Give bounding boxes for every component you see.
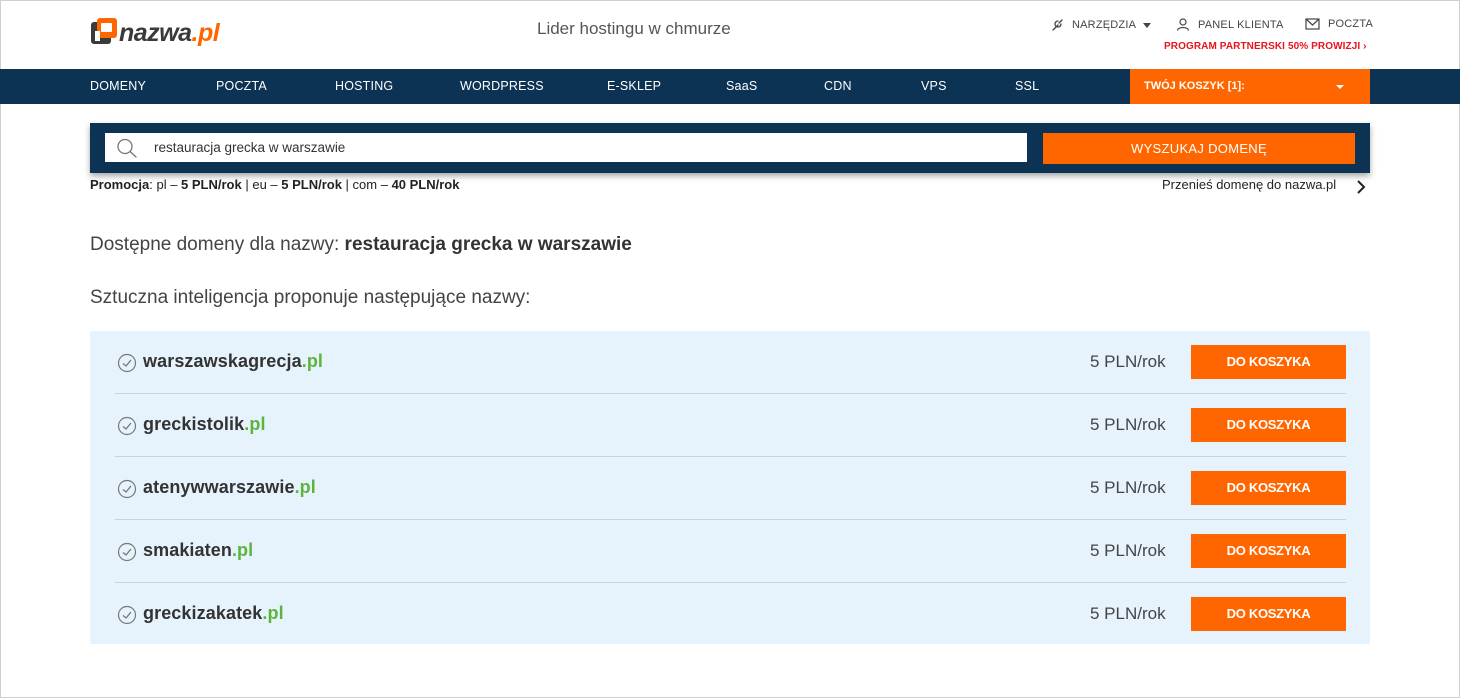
- domain-tld: .pl: [262, 603, 284, 623]
- chevron-down-icon: [1143, 22, 1152, 28]
- domain-price: 5 PLN/rok: [1090, 541, 1166, 560]
- available-prefix: Dostępne domeny dla nazwy:: [90, 234, 345, 255]
- add-to-cart-button[interactable]: DO KOSZYKA: [1191, 471, 1346, 505]
- nav-item-wordpress[interactable]: WORDPRESS: [460, 69, 544, 104]
- add-to-cart-button[interactable]: DO KOSZYKA: [1191, 345, 1346, 379]
- domain-label: greckizakatek: [143, 603, 263, 623]
- list-item: smakiaten.pl 5 PLN/rok DO KOSZYKA: [115, 520, 1346, 583]
- promo-pl-prefix: : pl –: [149, 177, 182, 192]
- envelope-icon: [1305, 18, 1320, 30]
- search-domain-button[interactable]: WYSZUKAJ DOMENĘ: [1043, 133, 1355, 164]
- list-item: greckistolik.pl 5 PLN/rok DO KOSZYKA: [115, 394, 1346, 457]
- list-item: warszawskagrecja.pl 5 PLN/rok DO KOSZYKA: [115, 331, 1346, 394]
- domain-results-list: warszawskagrecja.pl 5 PLN/rok DO KOSZYKA…: [90, 331, 1370, 644]
- cart-label: TWÓJ KOSZYK [1]:: [1144, 80, 1245, 92]
- logo-mark-icon: [90, 18, 118, 48]
- check-circle-icon: [117, 605, 137, 625]
- wrench-icon: [1052, 19, 1063, 31]
- nav-item-cdn[interactable]: CDN: [824, 69, 852, 104]
- main-nav: DOMENY POCZTA HOSTING WORDPRESS E-SKLEP …: [0, 69, 1460, 104]
- check-circle-icon: [117, 416, 137, 436]
- caret-down-icon: [1336, 85, 1344, 89]
- domain-label: atenywwarszawie: [143, 477, 295, 497]
- list-item: atenywwarszawie.pl 5 PLN/rok DO KOSZYKA: [115, 457, 1346, 520]
- domain-label: greckistolik: [143, 414, 245, 434]
- available-query: restauracja grecka w warszawie: [344, 234, 632, 255]
- tools-label: NARZĘDZIA: [1072, 19, 1137, 31]
- mail-link[interactable]: POCZTA: [1305, 18, 1373, 30]
- promo-com-prefix: | com –: [341, 177, 392, 192]
- domain-name: greckizakatek.pl: [143, 603, 284, 624]
- partner-program-link[interactable]: PROGRAM PARTNERSKI 50% PROWIZJI ›: [1164, 41, 1367, 52]
- domain-tld: .pl: [244, 414, 266, 434]
- check-circle-icon: [117, 479, 137, 499]
- domain-label: warszawskagrecja: [143, 351, 302, 371]
- cart-button[interactable]: TWÓJ KOSZYK [1]:: [1130, 69, 1370, 104]
- domain-search-panel: restauracja grecka w warszawie WYSZUKAJ …: [90, 123, 1370, 173]
- nav-item-poczta[interactable]: POCZTA: [216, 69, 267, 104]
- domain-price: 5 PLN/rok: [1090, 352, 1166, 371]
- user-icon: [1176, 18, 1190, 31]
- domain-name: greckistolik.pl: [143, 414, 266, 435]
- promo-com-price: 40 PLN/rok: [391, 177, 460, 192]
- add-to-cart-button[interactable]: DO KOSZYKA: [1191, 408, 1346, 442]
- domain-price: 5 PLN/rok: [1090, 415, 1166, 434]
- nav-item-vps[interactable]: VPS: [921, 69, 947, 104]
- domain-price: 5 PLN/rok: [1090, 604, 1166, 623]
- ai-suggestions-heading: Sztuczna inteligencja proponuje następuj…: [90, 287, 531, 308]
- logo[interactable]: nazwa.pl: [90, 17, 220, 49]
- promo-eu-price: 5 PLN/rok: [281, 177, 342, 192]
- domain-label: smakiaten: [143, 540, 232, 560]
- domain-name: smakiaten.pl: [143, 540, 253, 561]
- nav-item-hosting[interactable]: HOSTING: [335, 69, 393, 104]
- promo-text: Promocja: pl – 5 PLN/rok | eu – 5 PLN/ro…: [90, 177, 459, 192]
- promo-eu-prefix: | eu –: [241, 177, 282, 192]
- domain-tld: .pl: [294, 477, 316, 497]
- domain-price: 5 PLN/rok: [1090, 478, 1166, 497]
- add-to-cart-button[interactable]: DO KOSZYKA: [1191, 534, 1346, 568]
- nav-item-saas[interactable]: SaaS: [726, 69, 757, 104]
- list-item: greckizakatek.pl 5 PLN/rok DO KOSZYKA: [115, 583, 1346, 646]
- nav-item-e-sklep[interactable]: E-SKLEP: [607, 69, 661, 104]
- search-icon: [117, 138, 137, 158]
- top-header: nazwa.pl Lider hostingu w chmurze NARZĘD…: [0, 0, 1460, 69]
- domain-name: atenywwarszawie.pl: [143, 477, 316, 498]
- domain-tld: .pl: [231, 540, 254, 560]
- search-input-value: restauracja grecka w warszawie: [154, 140, 346, 155]
- nav-item-ssl[interactable]: SSL: [1015, 69, 1039, 104]
- tagline: Lider hostingu w chmurze: [537, 19, 731, 38]
- chevron-right-icon[interactable]: [1356, 179, 1366, 195]
- search-input[interactable]: restauracja grecka w warszawie: [105, 133, 1027, 162]
- check-circle-icon: [117, 542, 137, 562]
- logo-text-main: nazwa: [119, 18, 192, 47]
- tools-menu[interactable]: NARZĘDZIA: [1049, 18, 1152, 32]
- logo-text: nazwa.pl: [119, 18, 220, 48]
- mail-label: POCZTA: [1328, 18, 1373, 30]
- logo-text-tld: .pl: [191, 18, 220, 47]
- nav-item-domeny[interactable]: DOMENY: [90, 69, 146, 104]
- client-panel-label: PANEL KLIENTA: [1198, 18, 1284, 31]
- transfer-domain-link[interactable]: Przenieś domenę do nazwa.pl: [1162, 177, 1336, 192]
- add-to-cart-button[interactable]: DO KOSZYKA: [1191, 597, 1346, 631]
- domain-tld: .pl: [301, 351, 324, 371]
- domain-name: warszawskagrecja.pl: [143, 351, 323, 372]
- client-panel-link[interactable]: PANEL KLIENTA: [1176, 18, 1284, 31]
- check-circle-icon: [117, 353, 137, 373]
- promo-label: Promocja: [90, 177, 150, 192]
- promo-pl-price: 5 PLN/rok: [181, 177, 242, 192]
- available-domains-heading: Dostępne domeny dla nazwy: restauracja g…: [90, 234, 632, 256]
